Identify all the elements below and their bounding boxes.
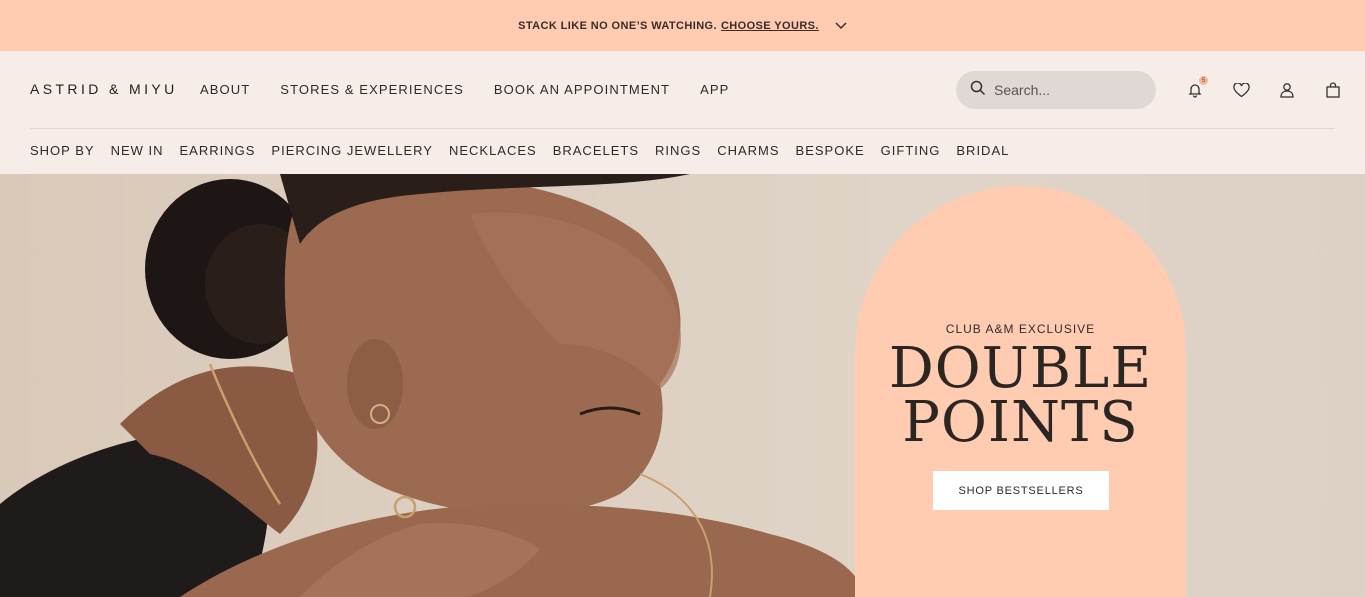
search-icon: [970, 80, 986, 101]
cat-bespoke[interactable]: BESPOKE: [796, 143, 865, 158]
announcement-link[interactable]: CHOOSE YOURS.: [721, 20, 819, 32]
promo-eyebrow: CLUB A&M EXCLUSIVE: [945, 322, 1096, 336]
promo-title-line1: DOUBLE: [888, 336, 1153, 401]
promo-title-line2: POINTS: [902, 390, 1139, 455]
nav-app[interactable]: APP: [700, 82, 729, 97]
site-header: ASTRID & MIYU ABOUT STORES & EXPERIENCES…: [0, 51, 1365, 174]
category-nav: SHOP BY NEW IN EARRINGS PIERCING JEWELLE…: [30, 143, 1009, 158]
cat-earrings[interactable]: EARRINGS: [180, 143, 256, 158]
cat-charms[interactable]: CHARMS: [717, 143, 779, 158]
cat-new-in[interactable]: NEW IN: [111, 143, 164, 158]
site-logo[interactable]: ASTRID & MIYU: [30, 81, 178, 97]
bell-icon[interactable]: 5: [1185, 76, 1208, 100]
announcement-text: STACK LIKE NO ONE’S WATCHING.: [518, 19, 717, 32]
nav-book-appointment[interactable]: BOOK AN APPOINTMENT: [494, 82, 670, 97]
chevron-down-icon[interactable]: [835, 21, 847, 30]
bag-icon[interactable]: [1323, 80, 1343, 100]
search-box[interactable]: [956, 71, 1156, 109]
cat-bridal[interactable]: BRIDAL: [956, 143, 1009, 158]
cat-shop-by[interactable]: SHOP BY: [30, 143, 95, 158]
header-icons: 5: [1185, 76, 1343, 100]
promo-title: DOUBLE POINTS: [855, 336, 1186, 455]
cat-bracelets[interactable]: BRACELETS: [553, 143, 639, 158]
top-nav: ABOUT STORES & EXPERIENCES BOOK AN APPOI…: [200, 82, 729, 97]
announcement-bar: STACK LIKE NO ONE’S WATCHING. CHOOSE YOU…: [0, 0, 1365, 51]
header-divider: [30, 128, 1335, 129]
nav-stores-experiences[interactable]: STORES & EXPERIENCES: [280, 82, 464, 97]
user-icon[interactable]: [1277, 80, 1297, 100]
cat-necklaces[interactable]: NECKLACES: [449, 143, 537, 158]
shop-bestsellers-button[interactable]: SHOP BESTSELLERS: [933, 471, 1109, 510]
cat-gifting[interactable]: GIFTING: [881, 143, 941, 158]
cat-piercing-jewellery[interactable]: PIERCING JEWELLERY: [271, 143, 433, 158]
hero-banner[interactable]: CLUB A&M EXCLUSIVE DOUBLE POINTS SHOP BE…: [0, 174, 1365, 597]
cat-rings[interactable]: RINGS: [655, 143, 701, 158]
heart-icon[interactable]: [1231, 80, 1251, 100]
hero-model-image: [0, 174, 860, 597]
search-input[interactable]: [994, 82, 1134, 98]
nav-about[interactable]: ABOUT: [200, 82, 250, 97]
notification-badge: 5: [1199, 76, 1208, 85]
